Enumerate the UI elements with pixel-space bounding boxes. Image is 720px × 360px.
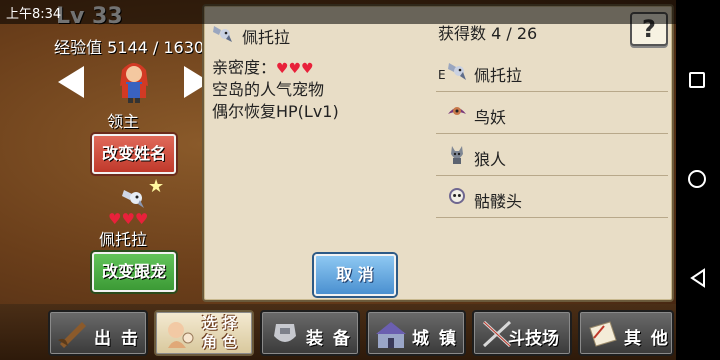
- nav-label: 其 他: [624, 329, 670, 349]
- pet-description-2: 偶尔恢复HP(Lv1): [212, 102, 339, 121]
- nav-other[interactable]: 其 他: [578, 310, 674, 356]
- nav-arena[interactable]: 斗技场: [472, 310, 572, 356]
- pet-name: 佩托拉: [474, 66, 523, 85]
- recents-icon[interactable]: [689, 72, 705, 88]
- petra-icon: [213, 26, 232, 42]
- bottom-nav: 出 击 选 择角 色 装 备 城 镇 斗技场 其 他: [0, 304, 676, 360]
- attack-icon: [58, 322, 86, 348]
- system-nav-bar: [676, 0, 720, 360]
- nav-label: 城 镇: [412, 329, 458, 349]
- town-icon: [376, 322, 406, 348]
- player-exp: 经验值 5144 / 1630: [54, 38, 205, 57]
- list-item[interactable]: 狼人: [436, 134, 668, 176]
- home-icon[interactable]: [688, 170, 706, 188]
- hero-sprite: [120, 63, 148, 103]
- affinity-hearts: ♥♥♥: [276, 61, 314, 77]
- nav-label-line2: 角 色: [202, 333, 238, 351]
- select-character-icon: [168, 322, 194, 348]
- petra-icon: [448, 63, 466, 80]
- pet-list: E 佩托拉 鸟妖 狼人 骷髅头: [436, 50, 668, 218]
- nav-label: 斗技场: [508, 329, 559, 349]
- character-role: 领主: [106, 112, 139, 131]
- companion-pet-name: 佩托拉: [98, 230, 147, 249]
- other-icon: [589, 321, 617, 347]
- nav-select-character[interactable]: 选 择角 色: [154, 310, 254, 356]
- skull-icon: [449, 188, 465, 204]
- favorite-star-icon: ★: [148, 176, 165, 197]
- nav-label-line1: 选 择: [202, 314, 238, 332]
- equipment-icon: [274, 324, 296, 342]
- character-panel: Lv 33 经验值 5144 / 1630 领主 改变姓名 ★ ♥♥♥ 佩托拉 …: [40, 0, 210, 300]
- status-time: 上午8:34: [6, 7, 62, 22]
- previous-character-arrow[interactable]: [58, 66, 84, 98]
- pet-name: 狼人: [474, 150, 507, 169]
- nav-town[interactable]: 城 镇: [366, 310, 466, 356]
- game-screen: 上午8:34 Lv 33 经验值 5144 / 1630 领主 改变姓名 ★ ♥…: [0, 0, 676, 360]
- affinity-label: 亲密度：: [212, 58, 277, 77]
- status-bar: 上午8:34: [0, 0, 676, 24]
- rename-button[interactable]: 改变姓名: [92, 134, 176, 174]
- werewolf-icon: [451, 146, 463, 164]
- harpy-icon: [448, 107, 466, 115]
- nav-label: 装 备: [306, 329, 352, 349]
- change-pet-button[interactable]: 改变跟宠: [92, 252, 176, 292]
- list-item[interactable]: 骷髅头: [436, 176, 668, 218]
- pet-title: 佩托拉: [242, 28, 291, 47]
- list-item[interactable]: 鸟妖: [436, 92, 668, 134]
- equipped-marker: E: [438, 68, 446, 82]
- pet-name: 鸟妖: [474, 108, 507, 127]
- affinity-line: 亲密度：♥♥♥: [212, 54, 314, 78]
- pet-sprite: [122, 190, 144, 208]
- list-item[interactable]: E 佩托拉: [436, 50, 668, 92]
- pet-description-1: 空岛的人气宠物: [212, 80, 325, 99]
- cancel-button[interactable]: 取 消: [314, 254, 396, 296]
- nav-label-stacked: 选 择角 色: [202, 314, 237, 352]
- back-icon[interactable]: [688, 268, 708, 288]
- nav-equipment[interactable]: 装 备: [260, 310, 360, 356]
- nav-label: 出 击: [94, 329, 140, 349]
- pet-select-dialog: 佩托拉 亲密度：♥♥♥ 空岛的人气宠物 偶尔恢复HP(Lv1) 取 消 获得数 …: [202, 4, 674, 302]
- nav-attack[interactable]: 出 击: [48, 310, 148, 356]
- pet-name: 骷髅头: [474, 192, 523, 211]
